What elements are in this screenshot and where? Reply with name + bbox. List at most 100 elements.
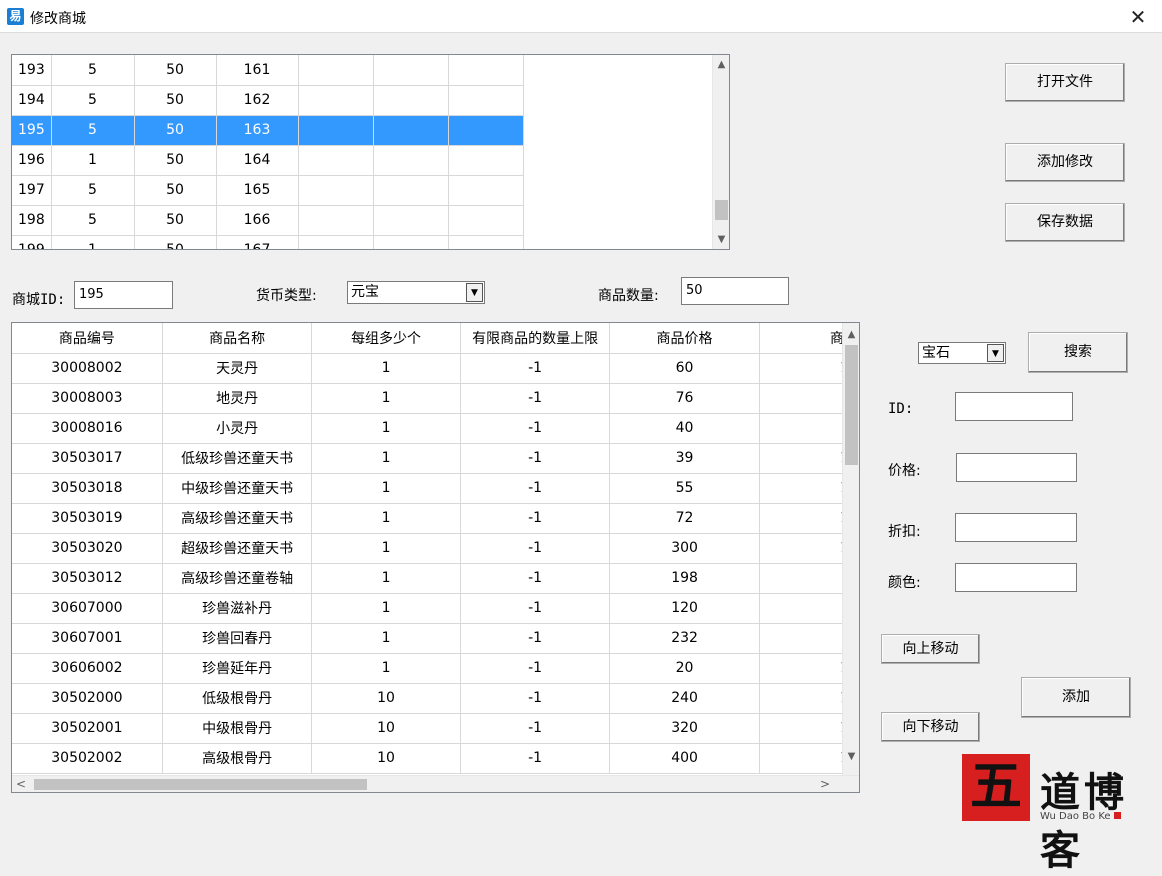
column-header[interactable]: 商品价格: [609, 323, 760, 354]
scroll-down-icon[interactable]: ▼: [843, 751, 859, 762]
table-cell: [448, 205, 524, 236]
table-cell: 197: [12, 175, 52, 206]
table-row[interactable]: 30008016小灵丹1-1406: [12, 413, 859, 444]
table-row[interactable]: 30503019高级珍兽还童天书1-17210: [12, 503, 859, 534]
table-cell: -1: [460, 743, 611, 774]
table-row[interactable]: 198 5 50 166: [12, 205, 524, 236]
category-select[interactable]: 宝石 ▼: [918, 342, 1006, 364]
table-cell: 20: [609, 653, 760, 684]
table-cell: -1: [460, 353, 611, 384]
table-cell: 30502002: [12, 743, 163, 774]
product-hscroll[interactable]: < >: [12, 775, 859, 792]
table-cell: 164: [216, 145, 299, 176]
table-cell: 10: [311, 683, 461, 714]
table-cell: 30503020: [12, 533, 163, 564]
table-row[interactable]: 193 5 50 161: [12, 55, 524, 86]
chevron-down-icon[interactable]: ▼: [987, 344, 1004, 362]
price-label: 价格:: [888, 463, 921, 479]
table-cell: 1: [311, 533, 461, 564]
column-header[interactable]: 商品名称: [162, 323, 313, 354]
currency-type-select[interactable]: 元宝 ▼: [347, 281, 485, 304]
column-header[interactable]: 商品编号: [12, 323, 163, 354]
table-cell: -1: [460, 713, 611, 744]
table-cell: 30607000: [12, 593, 163, 624]
move-up-button[interactable]: 向上移动: [881, 634, 980, 664]
table-cell: 珍兽回春丹: [162, 623, 313, 654]
table-row[interactable]: 30008003地灵丹1-1765: [12, 383, 859, 414]
table-row[interactable]: 30607000珍兽滋补丹1-11205: [12, 593, 859, 624]
product-grid[interactable]: 商品编号商品名称每组多少个有限商品的数量上限商品价格商品 30008002天灵丹…: [11, 322, 860, 793]
id-input[interactable]: [955, 392, 1073, 421]
shop-id-input[interactable]: 195: [74, 281, 173, 309]
table-row[interactable]: 30502001中级根骨丹10-132010: [12, 713, 859, 744]
table-cell: 1: [311, 473, 461, 504]
table-cell: [298, 55, 374, 86]
table-row[interactable]: 30607001珍兽回春丹1-12325: [12, 623, 859, 654]
save-data-button[interactable]: 保存数据: [1005, 203, 1125, 242]
table-cell: 30008016: [12, 413, 163, 444]
table-cell: 72: [609, 503, 760, 534]
table-cell: 198: [609, 563, 760, 594]
table-row[interactable]: 30503012高级珍兽还童卷轴1-11982: [12, 563, 859, 594]
table-row[interactable]: 194 5 50 162: [12, 85, 524, 116]
table-row[interactable]: 30502000低级根骨丹10-124010: [12, 683, 859, 714]
title-bar: 易 修改商城 ✕: [0, 0, 1162, 33]
table-cell: 低级根骨丹: [162, 683, 313, 714]
search-button[interactable]: 搜索: [1028, 332, 1128, 373]
table-cell: 1: [311, 623, 461, 654]
scroll-down-icon[interactable]: ▼: [713, 234, 729, 245]
add-button[interactable]: 添加: [1021, 677, 1131, 718]
table-cell: [298, 85, 374, 116]
discount-input[interactable]: [955, 513, 1077, 542]
table-cell: 76: [609, 383, 760, 414]
scroll-up-icon[interactable]: ▲: [843, 329, 859, 340]
product-vscroll[interactable]: ▲ ▼: [842, 323, 859, 777]
color-input[interactable]: [955, 563, 1077, 592]
table-cell: 珍兽延年丹: [162, 653, 313, 684]
column-header[interactable]: 有限商品的数量上限: [460, 323, 611, 354]
table-cell: 30607001: [12, 623, 163, 654]
scroll-up-icon[interactable]: ▲: [713, 59, 729, 70]
table-cell: 50: [134, 145, 217, 176]
table-cell: 400: [609, 743, 760, 774]
table-cell: 珍兽滋补丹: [162, 593, 313, 624]
open-file-button[interactable]: 打开文件: [1005, 63, 1125, 102]
table-row[interactable]: 197 5 50 165: [12, 175, 524, 206]
add-modify-button[interactable]: 添加修改: [1005, 143, 1125, 182]
table-row[interactable]: 199 1 50 167: [12, 235, 524, 249]
table-cell: [373, 175, 449, 206]
move-down-button[interactable]: 向下移动: [881, 712, 980, 742]
table-row[interactable]: 30008002天灵丹1-16010: [12, 353, 859, 384]
table-cell: 194: [12, 85, 52, 116]
scroll-right-icon[interactable]: >: [820, 776, 830, 792]
scroll-left-icon[interactable]: <: [16, 776, 26, 792]
table-row[interactable]: 195 5 50 163: [12, 115, 524, 146]
scroll-thumb[interactable]: [34, 779, 367, 790]
table-row[interactable]: 30502002高级根骨丹10-140010: [12, 743, 859, 774]
table-cell: [373, 235, 449, 249]
column-header[interactable]: 每组多少个: [311, 323, 461, 354]
shop-list-grid[interactable]: 193 5 50 161 194 5 50 162 195 5 50 163 196 1 50 164 197 5…: [11, 54, 730, 250]
table-cell: [448, 85, 524, 116]
table-cell: [373, 145, 449, 176]
close-icon[interactable]: ✕: [1128, 5, 1148, 29]
quantity-input[interactable]: 50: [681, 277, 789, 305]
table-cell: [373, 55, 449, 86]
table-cell: -1: [460, 533, 611, 564]
table-row[interactable]: 30503020超级珍兽还童天书1-130010: [12, 533, 859, 564]
chevron-down-icon[interactable]: ▼: [466, 283, 483, 302]
table-cell: -1: [460, 443, 611, 474]
scroll-thumb[interactable]: [845, 345, 858, 465]
currency-type-label: 货币类型:: [256, 288, 317, 304]
table-row[interactable]: 196 1 50 164: [12, 145, 524, 176]
table-row[interactable]: 30503018中级珍兽还童天书1-15510: [12, 473, 859, 504]
table-cell: 199: [12, 235, 52, 249]
shop-list-vscroll[interactable]: ▲ ▼: [712, 55, 729, 249]
table-cell: 1: [311, 563, 461, 594]
table-row[interactable]: 30606002珍兽延年丹1-12010: [12, 653, 859, 684]
price-input[interactable]: [956, 453, 1077, 482]
table-cell: 高级根骨丹: [162, 743, 313, 774]
scroll-thumb[interactable]: [715, 200, 728, 220]
table-row[interactable]: 30503017低级珍兽还童天书1-13910: [12, 443, 859, 474]
table-cell: 1: [311, 443, 461, 474]
